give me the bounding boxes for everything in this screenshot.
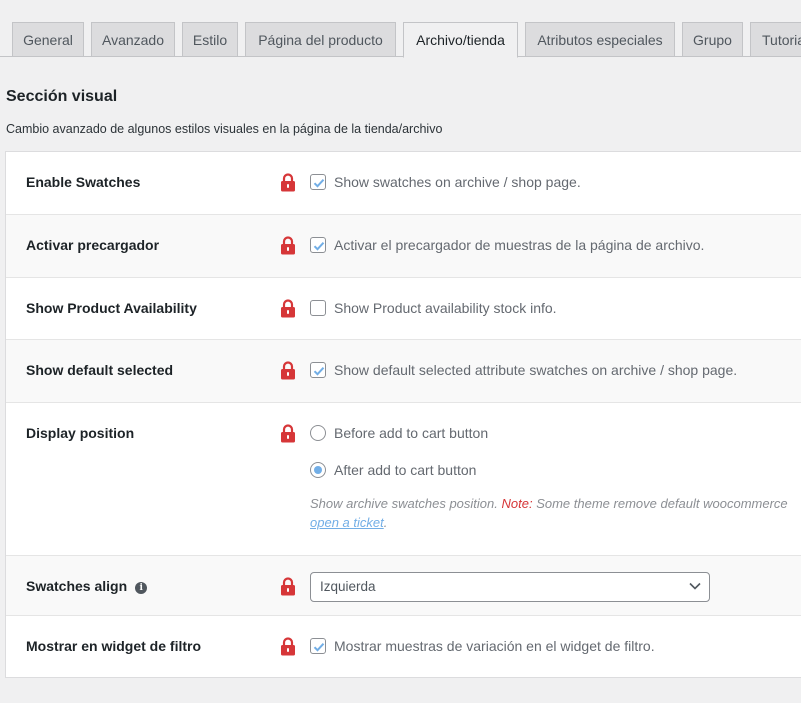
lock-icon bbox=[281, 577, 295, 596]
checkbox-label[interactable]: Mostrar muestras de variación en el widg… bbox=[334, 638, 655, 654]
chevron-down-icon bbox=[689, 582, 701, 590]
radio-label[interactable]: Before add to cart button bbox=[334, 425, 488, 441]
tab-avanzado[interactable]: Avanzado bbox=[91, 22, 175, 57]
lock-icon bbox=[281, 173, 295, 192]
link-suffix: . bbox=[383, 515, 388, 530]
enable-swatches-checkbox[interactable] bbox=[310, 174, 326, 190]
lock-icon bbox=[281, 637, 295, 656]
checkmark-icon bbox=[313, 242, 325, 251]
setting-row-availability: Show Product Availability Show Product a… bbox=[6, 277, 801, 339]
checkbox-label[interactable]: Show swatches on archive / shop page. bbox=[334, 174, 581, 190]
setting-row-swatches-align: Swatches align i Izquierda bbox=[6, 555, 801, 615]
section-description: Cambio avanzado de algunos estilos visua… bbox=[6, 122, 443, 136]
tab-estilo[interactable]: Estilo bbox=[182, 22, 238, 57]
checkmark-icon bbox=[313, 179, 325, 188]
checkbox-label[interactable]: Activar el precargador de muestras de la… bbox=[334, 237, 704, 253]
setting-label: Swatches align i bbox=[26, 578, 148, 594]
select-value: Izquierda bbox=[320, 579, 376, 594]
tab-general[interactable]: General bbox=[12, 22, 84, 57]
open-ticket-link[interactable]: open a ticket bbox=[310, 515, 384, 530]
setting-label: Show default selected bbox=[26, 362, 174, 378]
info-icon[interactable]: i bbox=[135, 582, 148, 594]
note-label: Note: bbox=[501, 496, 533, 511]
lock-icon bbox=[281, 424, 295, 443]
lock-icon bbox=[281, 299, 295, 318]
setting-label: Mostrar en widget de filtro bbox=[26, 638, 202, 654]
help-line-2: open a ticket. bbox=[310, 515, 387, 530]
setting-row-default-selected: Show default selected Show default selec… bbox=[6, 339, 801, 402]
default-selected-checkbox[interactable] bbox=[310, 362, 326, 378]
radio-before-add-to-cart[interactable] bbox=[310, 425, 326, 441]
setting-row-filter-widget: Mostrar en widget de filtro Mostrar mues… bbox=[6, 615, 801, 679]
tab-archivo-tienda[interactable]: Archivo/tienda bbox=[403, 22, 518, 58]
swatches-align-select[interactable]: Izquierda bbox=[310, 572, 710, 602]
setting-label: Enable Swatches bbox=[26, 174, 141, 190]
checkmark-icon bbox=[313, 643, 325, 652]
availability-checkbox[interactable] bbox=[310, 300, 326, 316]
display-position-help: Show archive swatches position. Note: So… bbox=[310, 496, 788, 511]
setting-row-enable-swatches: Enable Swatches Show swatches on archive… bbox=[6, 152, 801, 214]
lock-icon bbox=[281, 236, 295, 255]
tab-pagina-del-producto[interactable]: Página del producto bbox=[245, 22, 396, 57]
swatches-align-label: Swatches align bbox=[26, 578, 128, 594]
preloader-checkbox[interactable] bbox=[310, 237, 326, 253]
checkbox-label[interactable]: Show default selected attribute swatches… bbox=[334, 362, 737, 378]
setting-label: Show Product Availability bbox=[26, 300, 197, 316]
settings-panel: Enable Swatches Show swatches on archive… bbox=[5, 151, 801, 678]
radio-label[interactable]: After add to cart button bbox=[334, 462, 476, 478]
section-title: Sección visual bbox=[6, 88, 118, 105]
setting-row-preloader: Activar precargador Activar el precargad… bbox=[6, 214, 801, 277]
tab-grupo[interactable]: Grupo bbox=[682, 22, 743, 57]
note-text: Some theme remove default woocommerce bbox=[536, 496, 788, 511]
checkbox-label[interactable]: Show Product availability stock info. bbox=[334, 300, 557, 316]
help-text: Show archive swatches position. bbox=[310, 496, 498, 511]
setting-label: Display position bbox=[26, 425, 135, 441]
setting-row-display-position: Display position Before add to cart butt… bbox=[6, 402, 801, 555]
lock-icon bbox=[281, 361, 295, 380]
setting-label: Activar precargador bbox=[26, 237, 160, 253]
tab-atributos-especiales[interactable]: Atributos especiales bbox=[525, 22, 675, 57]
tab-tutoria[interactable]: Tutoria bbox=[750, 22, 801, 57]
radio-after-add-to-cart[interactable] bbox=[310, 462, 326, 478]
filter-widget-checkbox[interactable] bbox=[310, 638, 326, 654]
checkmark-icon bbox=[313, 367, 325, 376]
settings-tabs: General Avanzado Estilo Página del produ… bbox=[0, 0, 801, 58]
